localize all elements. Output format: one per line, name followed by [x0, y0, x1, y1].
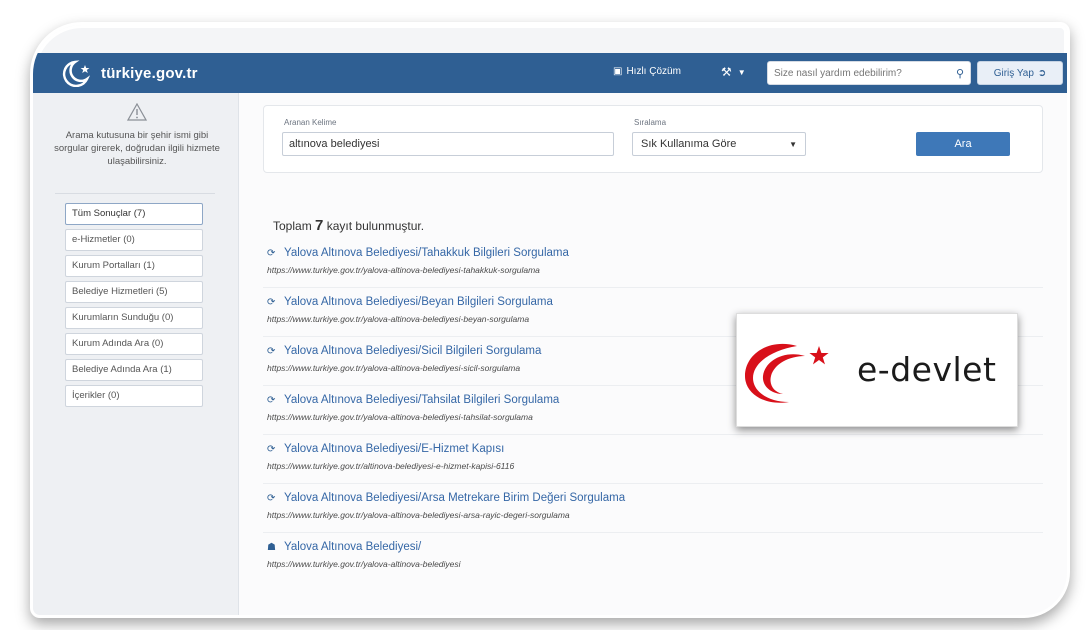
total-prefix: Toplam [273, 219, 312, 233]
result-link[interactable]: ⟳ Yalova Altınova Belediyesi/E-Hizmet Ka… [263, 443, 1043, 455]
building-icon: ☗ [267, 541, 276, 553]
edevlet-logo-card: e-devlet [736, 313, 1018, 427]
search-button[interactable]: Ara [916, 132, 1010, 156]
search-hint-text: Arama kutusuna bir şehir ismi gibi sorgu… [54, 130, 220, 167]
result-url: https://www.turkiye.gov.tr/yalova-altino… [267, 510, 570, 520]
link-icon: ⟳ [267, 247, 276, 259]
link-icon: ⟳ [267, 394, 276, 406]
total-suffix: kayıt bulunmuştur. [326, 219, 425, 233]
filter-all-results[interactable]: Tüm Sonuçlar (7) [65, 203, 203, 225]
result-title: Yalova Altınova Belediyesi/E-Hizmet Kapı… [284, 443, 505, 455]
result-item: ⟳ Yalova Altınova Belediyesi/Arsa Metrek… [263, 484, 1043, 533]
result-title: Yalova Altınova Belediyesi/Sicil Bilgile… [284, 345, 542, 357]
result-item: ☗ Yalova Altınova Belediyesi/ https://ww… [263, 533, 1043, 582]
filter-e-services[interactable]: e-Hizmetler (0) [65, 229, 203, 251]
result-url: https://www.turkiye.gov.tr/yalova-altino… [267, 265, 540, 275]
total-count: 7 [315, 217, 324, 234]
result-count: Toplam 7 kayıt bulunmuştur. [273, 217, 424, 234]
result-link[interactable]: ⟳ Yalova Altınova Belediyesi/Beyan Bilgi… [263, 296, 1043, 308]
filter-institution-offered[interactable]: Kurumların Sunduğu (0) [65, 307, 203, 329]
link-icon: ⟳ [267, 296, 276, 308]
sort-label: Sıralama [634, 118, 667, 127]
search-panel: Aranan Kelime Sıralama Sık Kullanıma Gör… [263, 105, 1043, 173]
edevlet-logo-text: e-devlet [857, 350, 997, 389]
filter-list: Tüm Sonuçlar (7) e-Hizmetler (0) Kurum P… [65, 203, 205, 411]
result-link[interactable]: ⟳ Yalova Altınova Belediyesi/Arsa Metrek… [263, 492, 1043, 504]
tools-menu[interactable]: ⚒ ▼ [721, 65, 746, 79]
quick-solution-label: Hızlı Çözüm [626, 66, 681, 77]
filter-institution-portals[interactable]: Kurum Portalları (1) [65, 255, 203, 277]
warning-icon [127, 103, 147, 121]
keyword-label: Aranan Kelime [284, 118, 337, 127]
result-link[interactable]: ⟳ Yalova Altınova Belediyesi/Tahakkuk Bi… [263, 247, 1043, 259]
search-icon[interactable]: ⚲ [956, 67, 964, 80]
sign-in-icon: ➲ [1037, 67, 1047, 79]
edevlet-crescent-icon [745, 343, 829, 403]
filter-search-institution-name[interactable]: Kurum Adında Ara (0) [65, 333, 203, 355]
crescent-logo-icon [62, 60, 91, 87]
result-url: https://www.turkiye.gov.tr/yalova-altino… [267, 559, 461, 569]
chevron-down-icon: ▼ [789, 139, 797, 149]
result-item: ⟳ Yalova Altınova Belediyesi/Tahakkuk Bi… [263, 239, 1043, 288]
chevron-down-icon: ▼ [737, 67, 746, 77]
site-logo[interactable]: türkiye.gov.tr [53, 59, 198, 87]
filter-sidebar: Arama kutusuna bir şehir ismi gibi sorgu… [33, 93, 239, 615]
link-icon: ⟳ [267, 492, 276, 504]
sort-select[interactable]: Sık Kullanıma Göre ▼ [632, 132, 806, 156]
logo-text: türkiye.gov.tr [101, 64, 198, 82]
link-icon: ⟳ [267, 345, 276, 357]
header-search-input[interactable] [774, 67, 956, 79]
chat-icon: ▣ [613, 66, 623, 77]
result-item: ⟳ Yalova Altınova Belediyesi/E-Hizmet Ka… [263, 435, 1043, 484]
result-title: Yalova Altınova Belediyesi/Beyan Bilgile… [284, 296, 553, 308]
login-button[interactable]: Giriş Yap ➲ [977, 61, 1063, 85]
result-title: Yalova Altınova Belediyesi/Tahsilat Bilg… [284, 394, 560, 406]
keyword-input[interactable] [282, 132, 614, 156]
filter-contents[interactable]: İçerikler (0) [65, 385, 203, 407]
result-title: Yalova Altınova Belediyesi/ [284, 541, 422, 553]
result-url: https://www.turkiye.gov.tr/altinova-bele… [267, 461, 515, 471]
filter-search-municipality-name[interactable]: Belediye Adında Ara (1) [65, 359, 203, 381]
result-title: Yalova Altınova Belediyesi/Arsa Metrekar… [284, 492, 626, 504]
filter-municipality-services[interactable]: Belediye Hizmetleri (5) [65, 281, 203, 303]
result-link[interactable]: ☗ Yalova Altınova Belediyesi/ [263, 541, 1043, 553]
sort-value: Sık Kullanıma Göre [641, 138, 737, 150]
login-label: Giriş Yap [993, 67, 1034, 79]
top-navbar: türkiye.gov.tr ▣ Hızlı Çözüm ⚒ ▼ ⚲ Giriş… [33, 53, 1067, 93]
quick-solution-link[interactable]: ▣ Hızlı Çözüm [613, 66, 681, 77]
header-search: ⚲ [767, 61, 971, 85]
divider [55, 193, 215, 194]
screenshot-stage: türkiye.gov.tr ▣ Hızlı Çözüm ⚒ ▼ ⚲ Giriş… [0, 0, 1092, 630]
link-icon: ⟳ [267, 443, 276, 455]
wrench-icon: ⚒ [721, 65, 732, 79]
result-title: Yalova Altınova Belediyesi/Tahakkuk Bilg… [284, 247, 569, 259]
